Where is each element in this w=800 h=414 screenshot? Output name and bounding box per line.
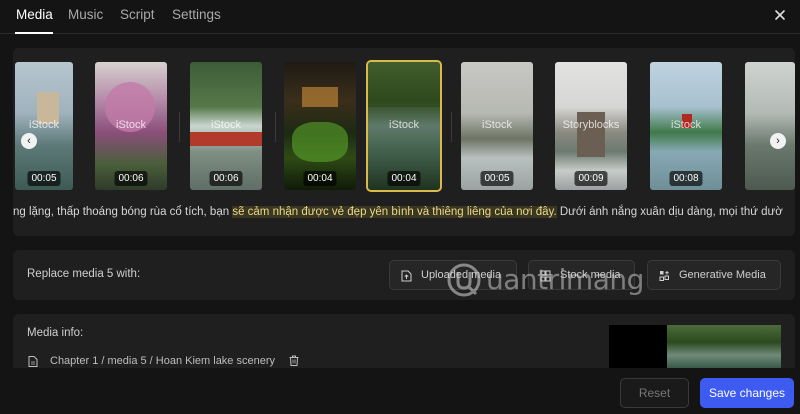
media-thumbnail[interactable]: iStock 00:05 [461,62,533,190]
media-panel: iStock 00:05 iStock 00:06 iStock 00:06 0… [13,48,795,236]
tab-bar: Media Music Script Settings [0,0,800,34]
replace-media-panel: Replace media 5 with: Uploaded media Sto… [13,250,795,300]
media-thumbnail[interactable]: iStock 00:05 [15,62,73,190]
script-text-before: ng lặng, thấp thoáng bóng rùa cổ tích, b… [13,206,233,218]
generative-media-button[interactable]: Generative Media [647,260,781,290]
tab-script[interactable]: Script [120,7,155,22]
duration-badge: 00:04 [303,171,337,186]
file-upload-icon [401,270,412,282]
generative-media-label: Generative Media [679,269,766,281]
media-strip[interactable]: iStock 00:05 iStock 00:06 iStock 00:06 0… [13,60,795,192]
thumbnail-watermark: iStock [389,119,419,131]
media-divider [179,112,180,142]
thumbnail-watermark: iStock [116,119,146,131]
chevron-right-icon[interactable]: › [770,133,786,149]
media-thumbnail[interactable]: iStock 00:06 [95,62,167,190]
media-thumbnail[interactable]: iStock 00:08 [650,62,722,190]
close-icon[interactable] [772,7,788,23]
media-path: Chapter 1 / media 5 / Hoan Kiem lake sce… [50,355,276,367]
tab-settings[interactable]: Settings [172,7,221,22]
media-thumbnail[interactable]: iStock 00:06 [190,62,262,190]
thumbnail-watermark: iStock [671,119,701,131]
footer: Reset Save changes [0,368,800,414]
site-watermark-logo: uantrimang [446,261,666,299]
script-text-highlight[interactable]: sẽ cảm nhận được vẻ đẹp yên bình và thiê… [232,206,557,218]
logo-text: uantrimang [486,263,644,296]
active-tab-indicator [15,32,53,34]
media-thumbnail-selected[interactable]: iStock 00:04 [366,60,442,192]
media-thumbnail[interactable]: 00:04 [284,62,356,190]
duration-badge: 00:05 [27,171,61,186]
media-thumbnail[interactable] [745,62,795,190]
media-preview [609,325,781,368]
reset-button[interactable]: Reset [620,378,689,408]
document-icon [28,356,38,367]
tab-music[interactable]: Music [68,7,103,22]
logo-mark-icon [447,263,481,297]
thumbnail-watermark: iStock [211,119,241,131]
duration-badge: 00:09 [574,171,608,186]
thumbnail-watermark: iStock [29,119,59,131]
script-text-after: Dưới ánh nắng xuân dịu dàng, mọi thứ dườ [556,206,783,218]
thumbnail-watermark: iStock [482,119,512,131]
thumbnail-watermark: Storyblocks [562,119,620,131]
chevron-left-icon[interactable]: ‹ [21,133,37,149]
save-changes-button[interactable]: Save changes [700,378,794,408]
duration-badge: 00:08 [669,171,703,186]
media-info-title: Media info: [27,327,84,339]
media-thumbnail[interactable]: Storyblocks 00:09 [555,62,627,190]
tab-media[interactable]: Media [16,7,53,22]
media-divider [275,112,276,142]
media-divider [451,112,452,142]
duration-badge: 00:06 [114,171,148,186]
duration-badge: 00:04 [387,171,421,186]
media-info-panel: Media info: Chapter 1 / media 5 / Hoan K… [13,314,795,368]
duration-badge: 00:05 [480,171,514,186]
duration-badge: 00:06 [209,171,243,186]
trash-icon[interactable] [289,355,299,366]
replace-media-label: Replace media 5 with: [27,268,141,280]
script-text: ng lặng, thấp thoáng bóng rùa cổ tích, b… [13,206,783,218]
